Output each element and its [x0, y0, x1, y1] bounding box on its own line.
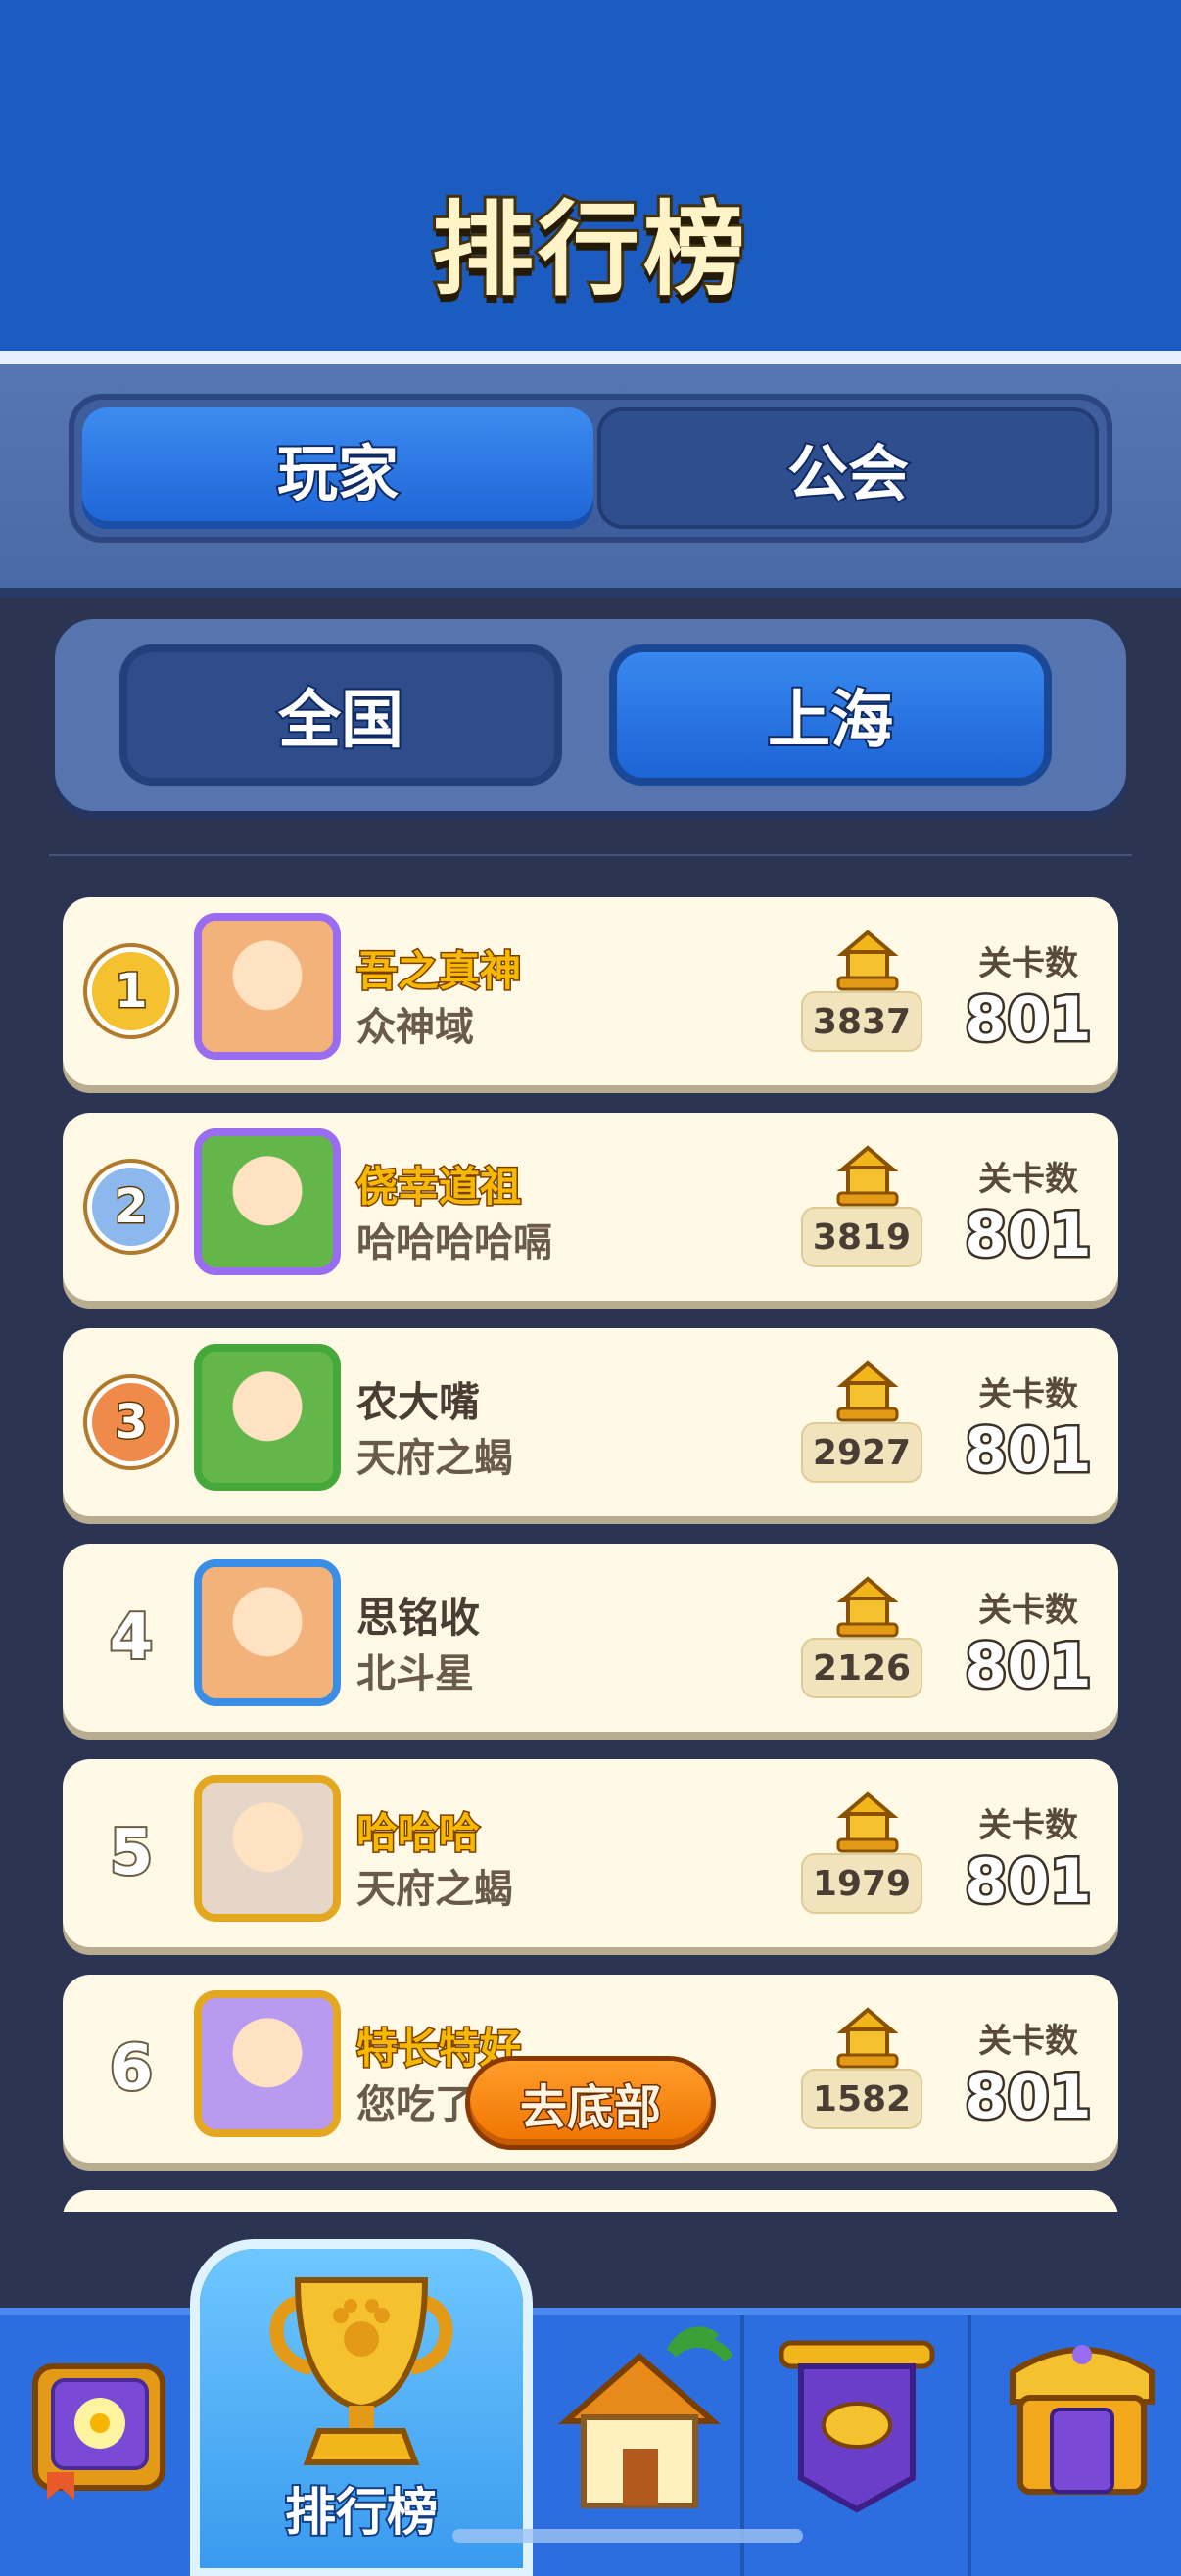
levels-value: 801: [963, 1843, 1094, 1920]
trophy-score-icon: [836, 1576, 899, 1638]
category-tab-bar: 玩家 公会: [0, 364, 1181, 597]
leaderboard-row[interactable]: 2 侥幸道祖哈哈哈哈嗝 3819 关卡数 801: [63, 1113, 1118, 1301]
leaderboard-row[interactable]: 4 思铭收北斗星 2126 关卡数 801: [63, 1544, 1118, 1732]
guild-name: 天府之蝎: [356, 1436, 513, 1481]
trophy-icon: [269, 2277, 453, 2465]
levels-label: 关卡数: [978, 1806, 1078, 1845]
avatar[interactable]: [194, 1990, 341, 2137]
trophy-score-icon: [836, 1360, 899, 1422]
guild-name: 北斗星: [356, 1651, 474, 1696]
trophy-score-icon: [836, 2007, 899, 2069]
book-icon: [32, 2363, 165, 2500]
house-icon: [558, 2326, 732, 2508]
trophy-score-icon: [836, 1145, 899, 1207]
avatar[interactable]: [194, 1775, 341, 1922]
avatar[interactable]: [194, 1559, 341, 1706]
avatar-face: [213, 1147, 322, 1257]
leaderboard-row[interactable]: 1 吾之真神众神域 3837 关卡数 801: [63, 897, 1118, 1085]
header-divider: [0, 351, 1181, 364]
region-selector: 全国 上海: [55, 619, 1126, 811]
levels-value: 801: [963, 1197, 1094, 1273]
go-to-bottom-button[interactable]: 去底部: [470, 2061, 711, 2145]
tab-frame: 玩家 公会: [69, 394, 1112, 543]
score-badge: 2927: [801, 1422, 922, 1483]
player-name: 思铭收: [356, 1594, 481, 1642]
rank-medal: 2: [82, 1158, 180, 1256]
rank-number: 4: [108, 1599, 156, 1676]
nav-item-leaderboard[interactable]: 排行榜: [200, 2249, 523, 2568]
rank-number: 1: [114, 963, 149, 1021]
player-name: 侥幸道祖: [354, 1162, 522, 1213]
rank-medal: 3: [82, 1373, 180, 1471]
rank-number: 5: [108, 1815, 156, 1891]
player-name: 农大嘴: [356, 1378, 481, 1426]
divider: [49, 854, 1132, 856]
rank-number: 3: [114, 1394, 149, 1452]
guild-banner-icon: [779, 2340, 935, 2513]
levels-label: 关卡数: [978, 1160, 1078, 1199]
medal-icon: 2: [92, 1168, 170, 1246]
avatar-face: [213, 931, 322, 1041]
avatar[interactable]: [194, 1344, 341, 1491]
guild-name: 您吃了: [356, 2082, 474, 2127]
levels-label: 关卡数: [978, 2022, 1078, 2061]
region-local-button[interactable]: 上海: [609, 644, 1052, 786]
levels-value: 801: [963, 2059, 1094, 2135]
trophy-score-icon: [836, 1791, 899, 1853]
tab-guilds[interactable]: 公会: [597, 407, 1099, 529]
levels-label: 关卡数: [978, 944, 1078, 983]
avatar-face: [213, 1793, 322, 1903]
guild-name: 哈哈哈哈嗝: [356, 1220, 552, 1265]
rank-number: 2: [114, 1178, 149, 1236]
player-name: 哈哈哈: [354, 1808, 481, 1859]
score-badge: 1979: [801, 1853, 922, 1914]
score-badge: 3837: [801, 991, 922, 1052]
tab-players[interactable]: 玩家: [82, 407, 593, 529]
trophy-score-icon: [836, 930, 899, 991]
score-badge: 3819: [801, 1207, 922, 1267]
guild-name: 众神域: [356, 1005, 474, 1050]
region-national-button[interactable]: 全国: [119, 644, 562, 786]
header: 排行榜: [0, 0, 1181, 351]
home-indicator[interactable]: [452, 2529, 803, 2543]
avatar[interactable]: [194, 1128, 341, 1275]
score-badge: 1582: [801, 2069, 922, 2129]
medal-icon: 1: [92, 952, 170, 1030]
nav-item-book[interactable]: [0, 2315, 196, 2576]
page-title: 排行榜: [429, 187, 749, 312]
avatar[interactable]: [194, 913, 341, 1060]
avatar-face: [213, 1578, 322, 1688]
levels-value: 801: [963, 981, 1094, 1058]
levels-value: 801: [963, 1412, 1094, 1489]
levels-label: 关卡数: [978, 1375, 1078, 1414]
leaderboard-row[interactable]: 3 农大嘴天府之蝎 2927 关卡数 801: [63, 1328, 1118, 1516]
nav-item-shop[interactable]: [968, 2315, 1181, 2576]
avatar-face: [213, 2009, 322, 2119]
score-badge: 2126: [801, 1638, 922, 1698]
shop-icon: [1010, 2345, 1155, 2495]
levels-value: 801: [963, 1628, 1094, 1704]
rank-number: 6: [108, 2030, 156, 2107]
avatar-face: [213, 1362, 322, 1472]
leaderboard-row[interactable]: 5 哈哈哈天府之蝎 1979 关卡数 801: [63, 1759, 1118, 1947]
leaderboard-row-peek[interactable]: [63, 2190, 1118, 2212]
rank-medal: 1: [82, 942, 180, 1040]
player-name: 吾之真神: [354, 946, 522, 997]
leaderboard-list[interactable]: 1 吾之真神 众神域 3837 关卡数 801 2 侥幸道祖 哈哈哈哈嗝 3819 关卡数 801 3 农…: [63, 897, 1118, 2212]
guild-name: 天府之蝎: [356, 1867, 513, 1912]
levels-label: 关卡数: [978, 1591, 1078, 1630]
medal-icon: 3: [92, 1383, 170, 1461]
